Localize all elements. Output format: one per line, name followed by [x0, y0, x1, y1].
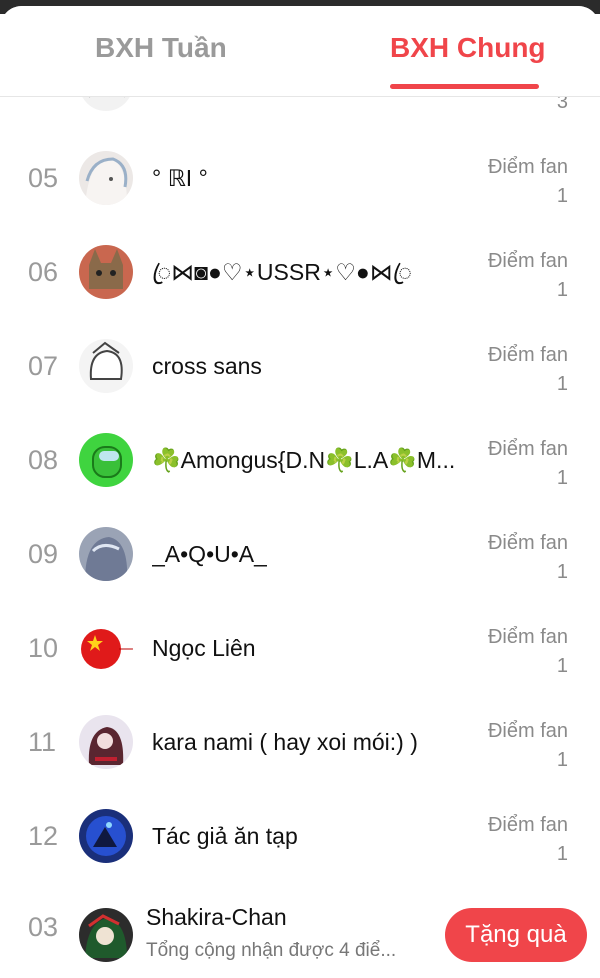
ranking-list[interactable]: 04 3 05 ° ℝI ° Điểm fan 1 06 ꦿ⋈◙●♡⋆USSR⋆…: [0, 97, 600, 887]
rank-number: 07: [28, 351, 59, 381]
member-name: kara nami ( hay xoi mói:) ): [152, 729, 418, 755]
list-item[interactable]: 12 Tác giả ăn tạp Điểm fan 1: [0, 789, 600, 883]
list-item[interactable]: 04 3: [0, 97, 600, 131]
fan-score-label: Điểm fan: [487, 156, 568, 178]
avatar: [79, 908, 133, 962]
fan-score: 1: [556, 749, 568, 771]
member-name: ☘️Amongus{D.N☘️L.A☘️M...: [152, 447, 456, 473]
fan-score: 1: [556, 467, 568, 489]
fan-score: 1: [556, 373, 568, 395]
tab-overall-ranking[interactable]: BXH Chung: [390, 32, 546, 64]
avatar: [79, 433, 133, 487]
member-name: ° ℝI °: [152, 165, 208, 191]
total-received-summary: Tổng cộng nhận được 4 điể...: [146, 940, 397, 961]
member-name: ꦿ⋈◙●♡⋆USSR⋆♡●⋈ꦿ: [152, 259, 412, 285]
rank-number: 04: [28, 97, 68, 131]
rank-number: 05: [28, 163, 59, 193]
fan-score: 1: [556, 279, 568, 301]
fan-score-label: Điểm fan: [487, 532, 568, 554]
avatar: [79, 621, 133, 675]
ranking-tabs: BXH Tuần BXH Chung: [0, 6, 600, 97]
avatar: [79, 339, 133, 393]
avatar: [79, 151, 133, 205]
member-name: Shakira-Chan: [146, 904, 287, 930]
rank-number: 10: [28, 633, 59, 663]
list-item[interactable]: 10 Ngọc Liên Điểm fan 1: [0, 601, 600, 695]
list-item[interactable]: 07 cross sans Điểm fan 1: [0, 319, 600, 413]
fan-score-label: Điểm fan: [487, 720, 568, 742]
member-name: cross sans: [152, 353, 262, 379]
fan-score: 1: [556, 655, 568, 677]
avatar: [79, 245, 133, 299]
rank-number: 08: [28, 445, 59, 475]
fan-score-label: Điểm fan: [487, 626, 568, 648]
rank-number: 06: [28, 257, 59, 287]
rank-number: 09: [28, 539, 59, 569]
send-gift-button[interactable]: Tặng quà: [445, 908, 587, 962]
list-item[interactable]: 09 _A•Q•U•A_ Điểm fan 1: [0, 507, 600, 601]
active-tab-indicator: [390, 84, 539, 89]
list-item[interactable]: 06 ꦿ⋈◙●♡⋆USSR⋆♡●⋈ꦿ Điểm fan 1: [0, 225, 600, 319]
member-name: Tác giả ăn tạp: [152, 823, 298, 849]
rank-number: 12: [28, 821, 59, 851]
list-item[interactable]: 05 ° ℝI ° Điểm fan 1: [0, 131, 600, 225]
fan-score-label: Điểm fan: [487, 814, 568, 836]
fan-score: 1: [556, 185, 568, 207]
member-name: _A•Q•U•A_: [152, 541, 267, 567]
current-user-bar: 03 Shakira-Chan Tổng cộng nhận được 4 đi…: [0, 894, 600, 978]
list-item[interactable]: 11 kara nami ( hay xoi mói:) ) Điểm fan …: [0, 695, 600, 789]
rank-number: 11: [28, 727, 57, 757]
avatar: [79, 715, 133, 769]
fan-score-label: Điểm fan: [487, 344, 568, 366]
avatar: [79, 97, 133, 111]
fan-score-label: Điểm fan: [487, 438, 568, 460]
fan-score: 1: [556, 561, 568, 583]
member-name: Ngọc Liên: [152, 635, 256, 661]
list-item[interactable]: 08 ☘️Amongus{D.N☘️L.A☘️M... Điểm fan 1: [0, 413, 600, 507]
fan-score: 3: [556, 97, 568, 113]
avatar: [79, 527, 133, 581]
rank-number: 03: [28, 912, 59, 942]
tab-weekly-ranking[interactable]: BXH Tuần: [95, 32, 227, 64]
ranking-sheet: BXH Tuần BXH Chung 04 3 05 ° ℝI ° Điểm f…: [0, 6, 600, 978]
avatar: [79, 809, 133, 863]
fan-score: 1: [556, 843, 568, 865]
fan-score-label: Điểm fan: [487, 250, 568, 272]
